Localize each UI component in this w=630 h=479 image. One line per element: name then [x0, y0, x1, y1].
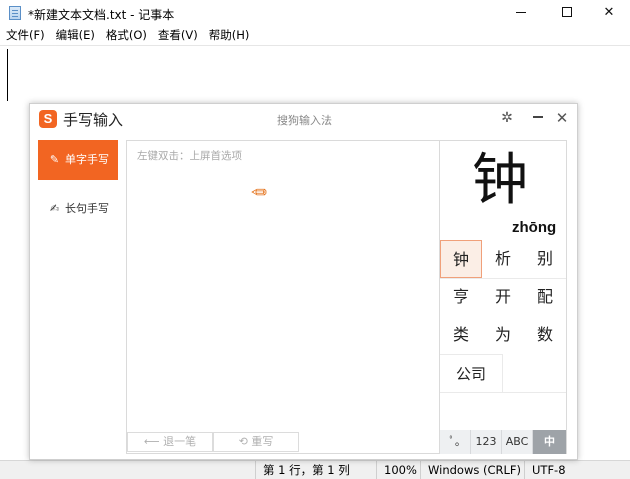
handwriting-minimize-button[interactable] [530, 109, 546, 127]
keyboard-switcher: ﾟ｡ 123 ABC 中 [440, 430, 566, 454]
minimize-icon [533, 116, 543, 118]
pencil-icon: ✏ [251, 182, 267, 204]
settings-gear-icon[interactable]: ✲ [499, 109, 515, 127]
symbol-keyboard-button[interactable]: ﾟ｡ [440, 430, 471, 454]
rewrite-button[interactable]: ⟲ 重写 [213, 432, 299, 452]
menu-help[interactable]: 帮助(H) [209, 26, 250, 45]
sogou-logo-icon: S [39, 110, 57, 128]
letter-keyboard-button[interactable]: ABC [502, 430, 533, 454]
close-icon: ✕ [603, 5, 615, 20]
phrase-candidate[interactable]: 公司 [440, 354, 503, 392]
zoom-level: 100% [376, 461, 417, 479]
menu-file[interactable]: 文件(F) [6, 26, 45, 45]
candidate-panel: 钟 zhōng 钟 析 别 亨 开 配 类 为 数 公司 ﾟ｡ 123 ABC … [440, 140, 567, 454]
chinese-keyboard-button[interactable]: 中 [533, 430, 566, 454]
mode-sidebar: ✎ 单字手写 ✍ 长句手写 [30, 134, 126, 459]
candidate-item[interactable]: 为 [482, 316, 524, 354]
menu-edit[interactable]: 编辑(E) [56, 26, 95, 45]
menu-bar: 文件(F) 编辑(E) 格式(O) 查看(V) 帮助(H) [0, 26, 630, 45]
status-bar: 第 1 行，第 1 列 100% Windows (CRLF) UTF-8 [0, 460, 630, 479]
minimize-icon [516, 12, 526, 13]
canvas-buttons: ⟵ 退一笔 ⟲ 重写 [127, 430, 439, 454]
candidate-item[interactable]: 配 [524, 278, 566, 316]
candidate-item[interactable]: 钟 [440, 240, 482, 278]
candidate-item[interactable]: 别 [524, 240, 566, 278]
number-keyboard-button[interactable]: 123 [471, 430, 502, 454]
window-title: *新建文本文档.txt - 记事本 [28, 8, 175, 22]
handwriting-canvas[interactable]: 左键双击：上屏首选项 ✏ ⟵ 退一笔 ⟲ 重写 [126, 140, 440, 454]
sentence-label: 长句手写 [65, 202, 109, 215]
minimize-button[interactable] [498, 0, 544, 26]
title-bar: *新建文本文档.txt - 记事本 ✕ [0, 0, 630, 26]
handwriting-title: 手写输入 [63, 111, 124, 129]
line-ending: Windows (CRLF) [420, 461, 521, 479]
char-preview: 钟 zhōng [440, 141, 566, 240]
sentence-icon: ✍ [49, 202, 60, 215]
candidate-item[interactable]: 类 [440, 316, 482, 354]
candidate-item[interactable]: 析 [482, 240, 524, 278]
grid-divider [440, 392, 566, 393]
sentence-mode-button[interactable]: ✍ 长句手写 [38, 189, 118, 229]
menu-view[interactable]: 查看(V) [158, 26, 198, 45]
undo-stroke-button[interactable]: ⟵ 退一笔 [127, 432, 213, 452]
maximize-button[interactable] [544, 0, 590, 26]
preview-character: 钟 [472, 148, 528, 213]
text-caret [7, 49, 8, 101]
candidate-item[interactable]: 开 [482, 278, 524, 316]
notepad-icon [9, 6, 21, 20]
handwriting-input-window: S 手写输入 搜狗输入法 ✲ ✕ ✎ 单字手写 ✍ 长句手写 左键双击：上屏首选项 … [29, 103, 578, 460]
menu-format[interactable]: 格式(O) [106, 26, 147, 45]
cursor-position: 第 1 行，第 1 列 [255, 461, 350, 479]
single-char-mode-button[interactable]: ✎ 单字手写 [38, 140, 118, 180]
close-button[interactable]: ✕ [586, 0, 630, 26]
handwriting-brand: 搜狗输入法 [277, 114, 332, 127]
preview-pinyin: zhōng [512, 219, 557, 236]
handwriting-close-button[interactable]: ✕ [554, 109, 570, 127]
single-char-label: 单字手写 [65, 153, 109, 166]
single-char-icon: ✎ [49, 153, 60, 166]
candidate-item[interactable]: 数 [524, 316, 566, 354]
canvas-hint: 左键双击：上屏首选项 [137, 150, 242, 162]
maximize-icon [562, 7, 572, 17]
handwriting-header[interactable]: S 手写输入 搜狗输入法 ✲ ✕ [30, 104, 577, 134]
candidate-item[interactable]: 亨 [440, 278, 482, 316]
encoding: UTF-8 [524, 461, 566, 479]
